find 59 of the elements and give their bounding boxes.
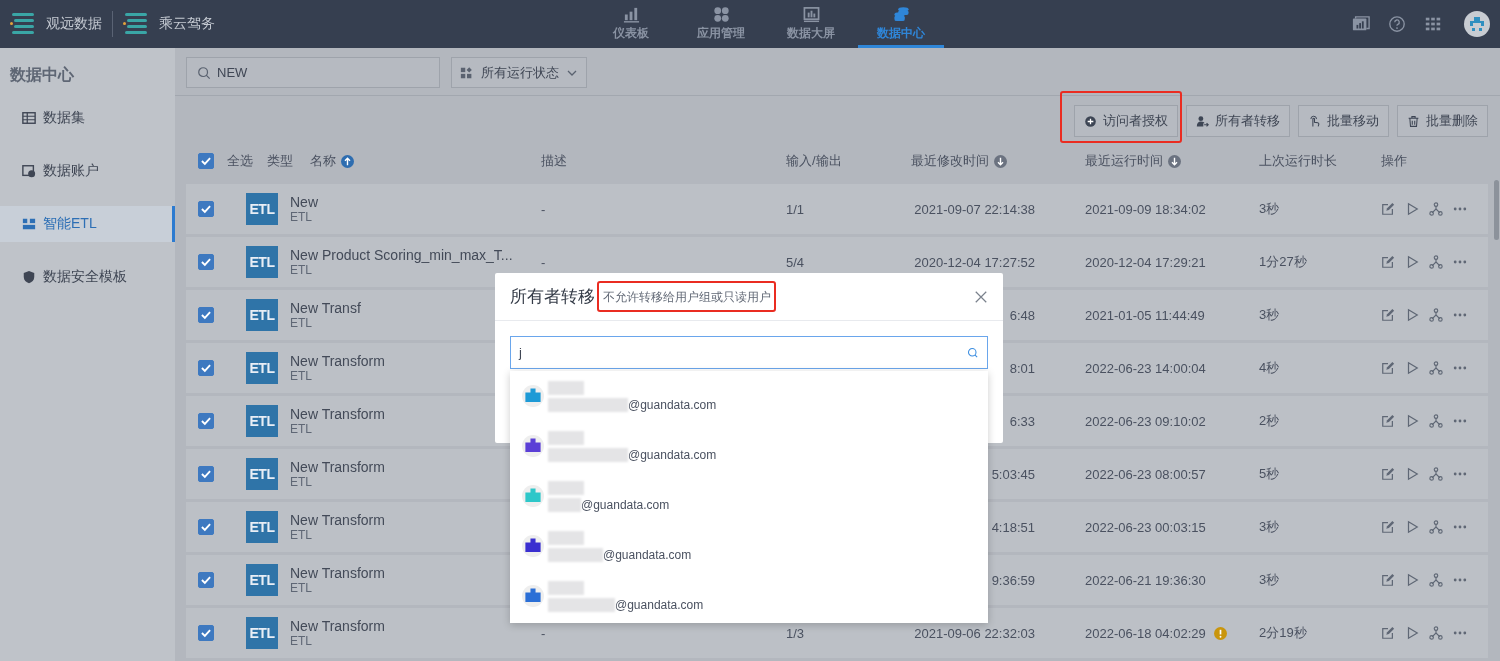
dialog-title: 所有者转移 [510,286,595,308]
table-cell: 2021-09-09 18:34:02 [1085,201,1206,217]
table-cell-text: 5:03:45 [990,466,1035,482]
etl-badge: ETL [246,299,278,331]
item-type: ETL [290,369,313,383]
item-type: ETL [290,634,313,648]
table-cell: 2022-06-23 00:03:15 [1085,519,1206,535]
table-cell-text: 9:36:59 [990,572,1035,588]
item-type: ETL [290,581,313,595]
etl-badge: ETL [246,564,278,596]
table-cell: - [541,625,546,641]
item-type: ETL [290,210,313,224]
table-cell: 2021-01-05 11:44:49 [1085,307,1205,323]
table-cell: 3秒 [1259,519,1280,534]
item-type: ETL [290,263,313,277]
email-domain: @guandata.com [628,397,717,412]
table-cell: 1/3 [786,625,805,641]
table-cell: 2分19秒 [1259,625,1307,640]
etl-badge: ETL [246,193,278,225]
email-domain: @guandata.com [581,497,670,512]
table-cell: 5秒 [1259,466,1280,481]
table-cell: 1/1 [786,201,805,217]
item-type: ETL [290,475,313,489]
table-cell: 2020-12-04 17:29:21 [1085,254,1206,270]
table-cell: 2022-06-21 19:36:30 [1085,572,1206,588]
email-domain: @guandata.com [628,447,717,462]
table-cell: 3秒 [1259,201,1280,216]
table-cell: 3秒 [1259,307,1280,322]
table-cell: 1分27秒 [1259,254,1307,269]
table-cell: 2022-06-23 09:10:02 [1085,413,1206,429]
table-cell-text: 2021-09-06 22:32:03 [913,625,1035,641]
table-cell: - [541,254,546,270]
table-cell-text: 2020-12-04 17:27:52 [913,254,1035,270]
column-header: 全选 [227,152,253,170]
table-cell: 2秒 [1259,413,1280,428]
table-cell: 4秒 [1259,360,1280,375]
item-type: ETL [290,316,313,330]
table-cell: 3秒 [1259,572,1280,587]
table-cell: 2022-06-23 14:00:04 [1085,360,1206,376]
etl-badge: ETL [246,352,278,384]
etl-badge: ETL [246,617,278,649]
item-type: ETL [290,422,313,436]
dialog-hint: 不允许转移给用户组或只读用户 [603,290,771,304]
table-cell: 2022-06-23 08:00:57 [1085,466,1206,482]
table-cell-text: 4:18:51 [990,519,1035,535]
table-cell-text: 2021-09-07 22:14:38 [913,201,1035,217]
table-cell: - [541,201,546,217]
etl-badge: ETL [246,405,278,437]
table-cell: 5/4 [786,254,805,270]
table-cell-text: 6:48 [1008,307,1035,323]
table-cell: 2022-06-18 04:02:29 [1085,625,1206,641]
sidebar-title: 数据中心 [9,65,75,85]
etl-badge: ETL [246,458,278,490]
item-type: ETL [290,528,313,542]
email-domain: @guandata.com [603,547,692,562]
table-cell-text: 6:33 [1008,413,1035,429]
etl-badge: ETL [246,246,278,278]
etl-badge: ETL [246,511,278,543]
table-cell-text: 8:01 [1008,360,1035,376]
